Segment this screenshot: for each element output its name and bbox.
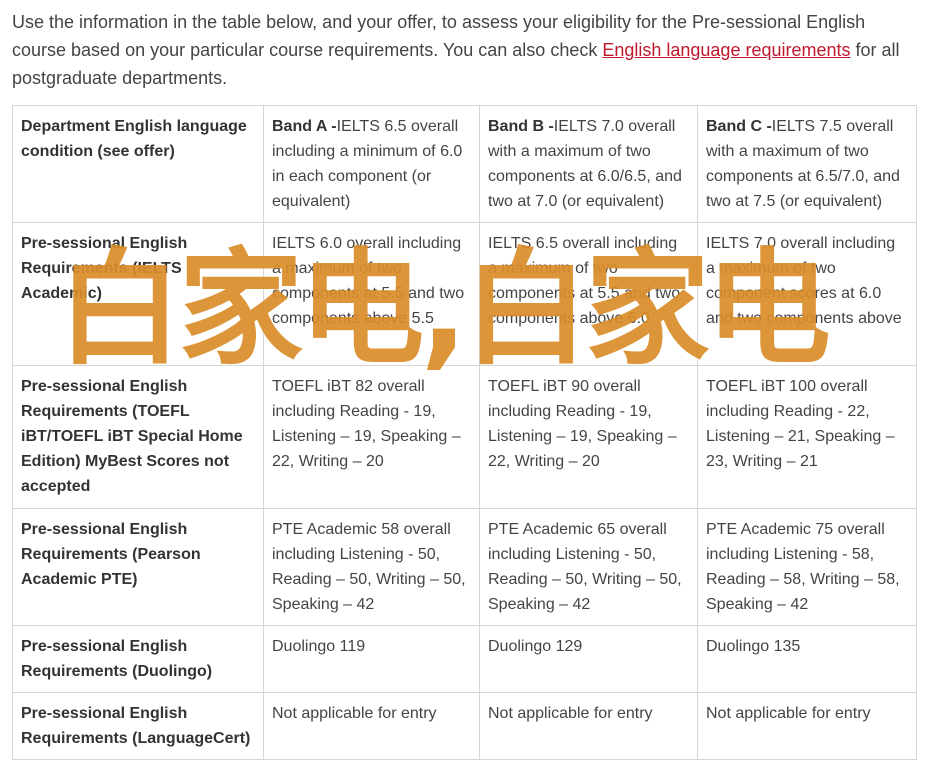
header-cell-band-b: Band B -IELTS 7.0 overall with a maximum…	[479, 105, 698, 223]
table-row-ielts: Pre-sessional English Requirements (IELT…	[12, 222, 917, 366]
table-header-row: Department English language condition (s…	[12, 105, 917, 223]
header-cell-band-a: Band A -IELTS 6.5 overall including a mi…	[263, 105, 480, 223]
row-label-ielts: Pre-sessional English Requirements (IELT…	[12, 222, 264, 366]
cell-languagecert-band-b: Not applicable for entry	[479, 692, 698, 760]
cell-duolingo-band-a: Duolingo 119	[263, 625, 480, 693]
requirements-table: Department English language condition (s…	[12, 105, 917, 760]
row-label-toefl: Pre-sessional English Requirements (TOEF…	[12, 365, 264, 509]
cell-toefl-band-b: TOEFL iBT 90 overall including Reading -…	[479, 365, 698, 509]
cell-duolingo-band-c: Duolingo 135	[697, 625, 917, 693]
band-b-label: Band B -	[488, 118, 554, 135]
table-row-languagecert: Pre-sessional English Requirements (Lang…	[12, 692, 917, 760]
band-c-label: Band C -	[706, 118, 772, 135]
cell-languagecert-band-a: Not applicable for entry	[263, 692, 480, 760]
cell-pte-band-a: PTE Academic 58 overall including Listen…	[263, 508, 480, 626]
row-label-pte: Pre-sessional English Requirements (Pear…	[12, 508, 264, 626]
intro-paragraph: Use the information in the table below, …	[12, 8, 917, 92]
cell-languagecert-band-c: Not applicable for entry	[697, 692, 917, 760]
band-a-label: Band A -	[272, 118, 337, 135]
table-row-duolingo: Pre-sessional English Requirements (Duol…	[12, 625, 917, 693]
cell-pte-band-c: PTE Academic 75 overall including Listen…	[697, 508, 917, 626]
cell-pte-band-b: PTE Academic 65 overall including Listen…	[479, 508, 698, 626]
table-row-pte: Pre-sessional English Requirements (Pear…	[12, 508, 917, 626]
cell-ielts-band-c: IELTS 7.0 overall including a maximum of…	[697, 222, 917, 366]
table-row-toefl: Pre-sessional English Requirements (TOEF…	[12, 365, 917, 509]
english-language-requirements-link[interactable]: English language requirements	[602, 40, 850, 60]
header-cell-condition: Department English language condition (s…	[12, 105, 264, 223]
cell-duolingo-band-b: Duolingo 129	[479, 625, 698, 693]
row-label-duolingo: Pre-sessional English Requirements (Duol…	[12, 625, 264, 693]
row-label-languagecert: Pre-sessional English Requirements (Lang…	[12, 692, 264, 760]
cell-ielts-band-b: IELTS 6.5 overall including a maximum of…	[479, 222, 698, 366]
cell-toefl-band-a: TOEFL iBT 82 overall including Reading -…	[263, 365, 480, 509]
cell-ielts-band-a: IELTS 6.0 overall including a maximum of…	[263, 222, 480, 366]
header-cell-band-c: Band C -IELTS 7.5 overall with a maximum…	[697, 105, 917, 223]
cell-toefl-band-c: TOEFL iBT 100 overall including Reading …	[697, 365, 917, 509]
